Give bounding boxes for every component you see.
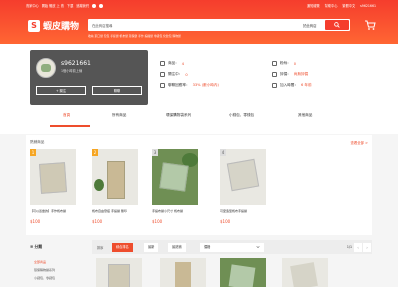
follow-button[interactable]: + 關注: [36, 86, 86, 95]
shop-tabs: 首頁 所有商品 環保購物袋系列 小錢包、零錢包 其他商品: [0, 107, 398, 127]
search-icon: [334, 22, 340, 28]
sort-label: 排序: [97, 245, 104, 250]
product-card[interactable]: 1 【可以蓋章的】手作帆布袋 $100: [30, 149, 76, 231]
download-link[interactable]: 下載: [67, 3, 73, 8]
logo-text: 蝦皮購物: [43, 22, 80, 32]
sidebar-item-eco-bags[interactable]: 環保購物袋系列: [34, 268, 55, 272]
stat-following: 關注中： 0: [160, 69, 219, 80]
product-price: $100: [220, 219, 231, 224]
cart-button[interactable]: [364, 19, 376, 32]
user-account-link[interactable]: s9621661: [360, 4, 376, 8]
shop-name: s9621661: [61, 60, 91, 67]
product-grid-card[interactable]: [282, 258, 328, 287]
rank-badge: 2: [92, 149, 98, 156]
product-image[interactable]: 2: [92, 149, 138, 205]
product-card[interactable]: 4 可愛造型帆布手提袋 $100: [220, 149, 266, 231]
sort-bar: 排序 綜合排名 最新 最熱銷 價格 1/1 ‹ ›: [92, 240, 372, 254]
product-name[interactable]: 可愛造型帆布手提袋: [220, 209, 266, 213]
shopee-bag-icon: S: [28, 19, 40, 32]
price-sort-select[interactable]: 價格: [200, 242, 264, 252]
product-image[interactable]: 3: [152, 149, 198, 205]
category-sidebar: ≡ 分類 全部商品 環保購物袋系列 小錢包、零錢包: [26, 240, 86, 287]
tab-eco-bags[interactable]: 環保購物袋系列: [166, 113, 191, 118]
product-name[interactable]: 帆布自由發揮 手提袋 無印: [92, 209, 138, 213]
rank-badge: 1: [30, 149, 36, 156]
sort-relevance-button[interactable]: 綜合排名: [112, 242, 133, 252]
tab-other-products[interactable]: 其他商品: [298, 113, 312, 118]
top-bar-right: 通知總覽 幫助中心 繁體中文 s9621661: [307, 3, 376, 9]
top-products-section: 熱銷商品 查看全部 > 1 【可以蓋章的】手作帆布袋 $100 2 帆布自由發揮…: [26, 135, 372, 235]
tab-home[interactable]: 首頁: [63, 113, 70, 118]
shop-avatar[interactable]: [36, 58, 56, 78]
product-price: $100: [30, 219, 41, 224]
product-price: $100: [152, 219, 163, 224]
chevron-down-icon: [256, 246, 260, 249]
product-card[interactable]: 3 手提布袋小尺寸 帆布袋 $100: [152, 149, 198, 231]
search-input[interactable]: 在此商店搜尋: [92, 23, 112, 28]
product-grid-card[interactable]: [96, 258, 142, 287]
active-tab-indicator: [50, 125, 90, 127]
follow-us-label: 追蹤我們: [76, 4, 90, 8]
rank-badge: 4: [220, 149, 226, 156]
shop-stats-right: 粉絲： 0 評價： 尚無評價 加入時間： 6 年前: [272, 58, 312, 91]
site-header: 賣家中心 開始 蝦皮 上 賣 下載 追蹤我們 通知總覽 幫助中心 繁體中文 s9…: [0, 0, 398, 44]
see-all-link[interactable]: 查看全部 >: [351, 140, 368, 145]
sort-latest-button[interactable]: 最新: [144, 242, 159, 252]
shop-stats-left: 商品： 4 關注中： 0 聊聊回應率： 33% (數小時內): [160, 58, 219, 91]
top-bar: 賣家中心 開始 蝦皮 上 賣 下載 追蹤我們 通知總覽 幫助中心 繁體中文 s9…: [26, 3, 376, 9]
search-bar[interactable]: 在此商店搜尋 於此商店: [88, 19, 350, 31]
user-check-icon: [272, 83, 277, 88]
chat-button[interactable]: 聊聊: [92, 86, 142, 95]
product-grid-card[interactable]: [160, 258, 206, 287]
product-card[interactable]: 2 帆布自由發揮 手提袋 無印 $100: [92, 149, 138, 231]
product-grid-card[interactable]: [220, 258, 266, 287]
instagram-icon[interactable]: [99, 3, 104, 8]
followers-icon: [272, 61, 277, 66]
tab-coin-purses[interactable]: 小錢包、零錢包: [229, 113, 254, 118]
stat-rating: 評價： 尚無評價: [272, 69, 312, 80]
stat-followers: 粉絲： 0: [272, 58, 312, 69]
sidebar-item-all[interactable]: 全部商品: [34, 260, 46, 264]
price-sort-value: 價格: [204, 244, 211, 249]
stat-joined: 加入時間： 6 年前: [272, 80, 312, 91]
product-name[interactable]: 手提布袋小尺寸 帆布袋: [152, 209, 198, 213]
products-icon: [160, 61, 165, 66]
rank-badge: 3: [152, 149, 158, 156]
sidebar-item-coin-purses[interactable]: 小錢包、零錢包: [34, 276, 55, 280]
shop-last-active: 1個小時前上線: [61, 69, 83, 73]
stat-products: 商品： 4: [160, 58, 219, 69]
page-indicator: 1/1: [346, 244, 352, 249]
product-name[interactable]: 【可以蓋章的】手作帆布袋: [30, 209, 76, 213]
stat-chat-response: 聊聊回應率： 33% (數小時內): [160, 80, 219, 91]
category-heading: ≡ 分類: [30, 244, 43, 249]
shopee-shop-page: 賣家中心 開始 蝦皮 上 賣 下載 追蹤我們 通知總覽 幫助中心 繁體中文 s9…: [0, 0, 398, 287]
prev-page-button[interactable]: ‹: [354, 242, 362, 252]
help-center-link[interactable]: 幫助中心: [325, 3, 338, 8]
shop-banner: s9621661 1個小時前上線 + 關注 聊聊: [30, 50, 148, 105]
next-page-button[interactable]: ›: [363, 242, 371, 252]
tab-all-products[interactable]: 所有商品: [112, 113, 126, 118]
notifications-link[interactable]: 通知總覽: [307, 3, 320, 8]
product-image[interactable]: 1: [30, 149, 76, 205]
section-title: 熱銷商品: [30, 140, 45, 144]
product-price: $100: [92, 219, 103, 224]
search-button[interactable]: [325, 20, 349, 30]
product-image[interactable]: 4: [220, 149, 266, 205]
following-icon: [160, 72, 165, 77]
search-hints[interactable]: 收納 束口袋 包包 手提袋 帆布袋 環保袋 手作 編織袋 零錢包 化妝包 購物袋: [88, 34, 181, 38]
cart-icon: [365, 20, 376, 30]
top-bar-left: 賣家中心 開始 蝦皮 上 賣 下載 追蹤我們: [26, 3, 104, 8]
sell-on-shopee-link[interactable]: 開始 蝦皮 上 賣: [42, 3, 64, 8]
sort-top-sales-button[interactable]: 最熱銷: [168, 242, 186, 252]
language-selector[interactable]: 繁體中文: [342, 3, 355, 8]
seller-center-link[interactable]: 賣家中心: [26, 3, 39, 8]
facebook-icon[interactable]: [92, 3, 97, 8]
shopee-logo[interactable]: S 蝦皮購物: [28, 19, 79, 32]
search-scope-dropdown[interactable]: 於此商店: [303, 23, 317, 28]
star-icon: [272, 72, 277, 77]
chat-icon: [160, 83, 165, 88]
